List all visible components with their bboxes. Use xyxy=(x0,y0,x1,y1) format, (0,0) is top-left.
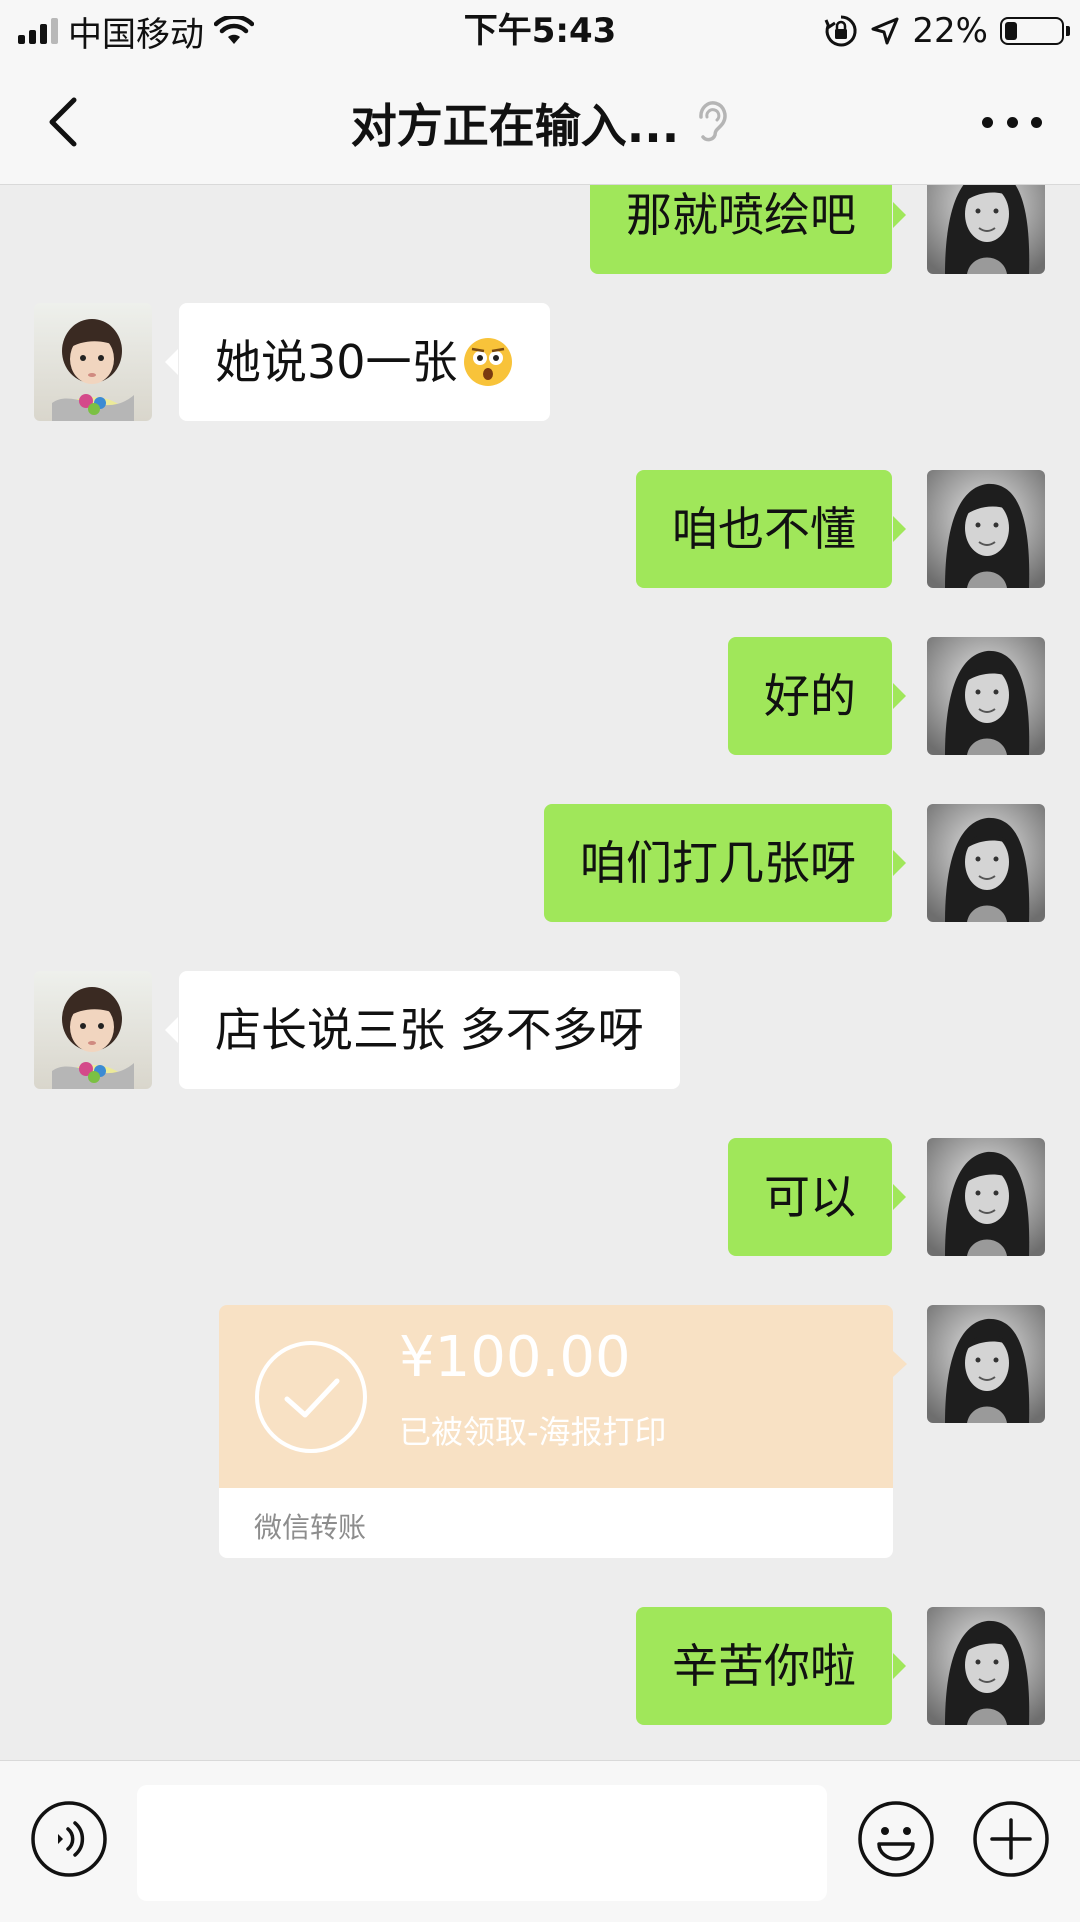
message-bubble[interactable]: 可以 xyxy=(728,1138,906,1256)
message-input[interactable] xyxy=(137,1785,827,1901)
transfer-caption: 微信转账 xyxy=(254,1511,367,1544)
plus-icon[interactable] xyxy=(972,1800,1050,1878)
battery-percent: 22% xyxy=(912,11,988,51)
location-icon xyxy=(871,17,899,45)
message-bubble[interactable]: 辛苦你啦 xyxy=(636,1607,906,1725)
more-button[interactable] xyxy=(982,106,1042,138)
avatar-other[interactable] xyxy=(34,303,152,421)
ear-icon xyxy=(699,101,727,142)
input-bar xyxy=(0,1760,1080,1922)
message-bubble[interactable]: 店长说三张 多不多呀 xyxy=(165,971,680,1089)
avatar-me[interactable] xyxy=(927,637,1045,755)
astonished-emoji-icon xyxy=(463,337,512,386)
transfer-amount: ¥100.00 xyxy=(399,1325,631,1390)
message-bubble[interactable]: 好的 xyxy=(728,637,906,755)
status-bar: 中国移动 下午5:43 22% xyxy=(0,0,1080,62)
avatar-me[interactable] xyxy=(927,185,1045,274)
page-title: 对方正在输入... xyxy=(350,99,680,153)
transfer-card[interactable]: ¥100.00 已被领取-海报打印 微信转账 xyxy=(219,1305,893,1558)
check-circle-icon xyxy=(255,1341,367,1453)
battery-icon xyxy=(1000,17,1070,45)
transfer-tail xyxy=(893,1351,907,1377)
more-icon xyxy=(982,116,993,128)
avatar-me[interactable] xyxy=(927,1138,1045,1256)
nav-title-area: 对方正在输入... xyxy=(0,88,1080,158)
emoji-icon[interactable] xyxy=(857,1800,935,1878)
battery-level xyxy=(1005,22,1017,40)
message-bubble[interactable]: 她说30一张 xyxy=(165,303,550,421)
status-right: 22% xyxy=(824,8,1070,54)
message-bubble[interactable]: 咱也不懂 xyxy=(636,470,906,588)
voice-icon[interactable] xyxy=(30,1800,108,1878)
avatar-me[interactable] xyxy=(927,1305,1045,1423)
avatar-other[interactable] xyxy=(34,971,152,1089)
avatar-me[interactable] xyxy=(927,470,1045,588)
avatar-me[interactable] xyxy=(927,1607,1045,1725)
nav-bar: 对方正在输入... xyxy=(0,62,1080,185)
message-text: 她说30一张 xyxy=(215,335,458,389)
transfer-card-footer: 微信转账 xyxy=(219,1488,893,1558)
avatar-me[interactable] xyxy=(927,804,1045,922)
message-bubble[interactable]: 那就喷绘吧 xyxy=(590,185,906,274)
transfer-status: 已被领取-海报打印 xyxy=(399,1413,667,1451)
transfer-card-header: ¥100.00 已被领取-海报打印 xyxy=(219,1305,893,1488)
chat-area[interactable]: 那就喷绘吧 她说30一张 咱也不懂 好的 咱们打几张呀 店长说三张 多不多呀 可… xyxy=(0,185,1080,1760)
rotation-lock-icon xyxy=(825,15,857,47)
message-bubble[interactable]: 咱们打几张呀 xyxy=(544,804,906,922)
